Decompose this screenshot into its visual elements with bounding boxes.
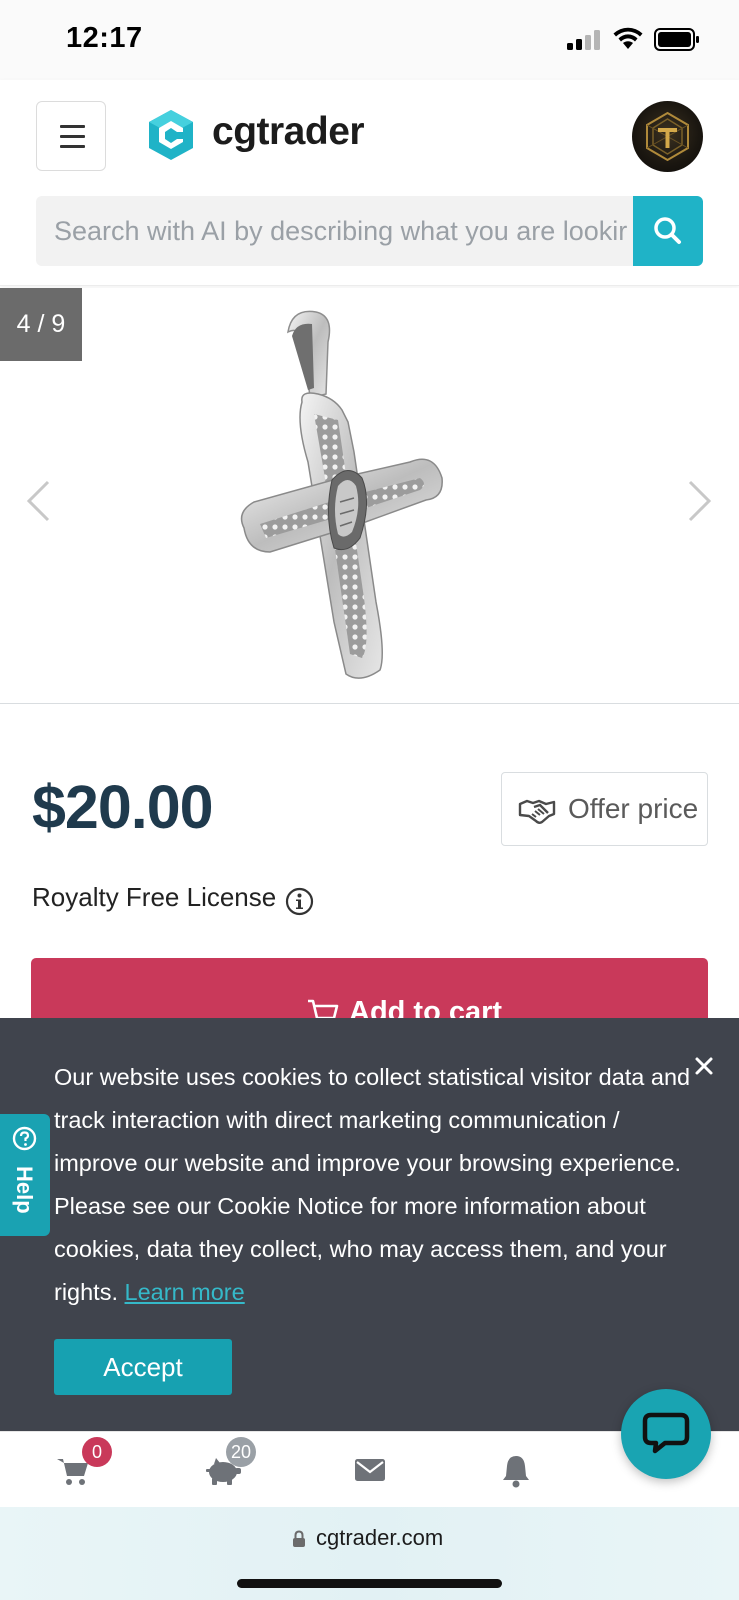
chat-button[interactable]	[621, 1389, 711, 1479]
accept-cookies-button[interactable]: Accept	[54, 1339, 232, 1395]
nav-messages[interactable]	[330, 1432, 410, 1508]
product-price: $20.00	[32, 773, 214, 841]
help-icon	[12, 1126, 37, 1151]
envelope-icon	[355, 1459, 385, 1481]
status-time: 12:17	[66, 22, 143, 54]
savings-count-badge: 20	[226, 1437, 256, 1467]
cookie-message: Our website uses cookies to collect stat…	[54, 1064, 691, 1305]
help-tab[interactable]: Help	[0, 1114, 50, 1236]
product-image[interactable]	[230, 302, 460, 692]
handshake-icon	[518, 799, 556, 824]
avatar-emblem-icon	[646, 111, 689, 162]
menu-button[interactable]	[36, 101, 106, 171]
search-bar	[36, 196, 703, 266]
offer-price-button[interactable]: Offer price	[501, 772, 708, 846]
search-icon	[654, 217, 681, 244]
chat-icon	[642, 1412, 690, 1454]
url-domain: cgtrader.com	[316, 1525, 444, 1550]
cart-count-badge: 0	[82, 1437, 112, 1467]
logo-text[interactable]: cgtrader	[212, 110, 365, 154]
product-gallery: 4 / 9	[0, 288, 739, 704]
offer-price-label: Offer price	[568, 793, 699, 824]
nav-cart[interactable]: 0	[34, 1432, 114, 1508]
help-label: Help	[12, 1166, 37, 1214]
bell-icon	[503, 1456, 529, 1488]
nav-notifications[interactable]	[476, 1432, 556, 1508]
gallery-counter: 4 / 9	[0, 288, 82, 361]
browser-url-bar[interactable]: cgtrader.com	[0, 1507, 739, 1600]
search-button[interactable]	[633, 196, 703, 266]
cgtrader-logo-icon[interactable]	[146, 108, 196, 162]
cookie-banner: Our website uses cookies to collect stat…	[0, 1018, 739, 1431]
battery-icon	[654, 28, 699, 51]
search-input[interactable]	[36, 196, 633, 266]
status-bar: 12:17	[0, 0, 739, 80]
learn-more-link[interactable]: Learn more	[125, 1279, 245, 1305]
cookie-text: Our website uses cookies to collect stat…	[54, 1056, 694, 1314]
home-indicator	[237, 1579, 502, 1588]
close-icon[interactable]	[692, 1054, 716, 1078]
chevron-left-icon[interactable]	[24, 478, 54, 524]
site-header: cgtrader	[0, 80, 739, 286]
nav-savings[interactable]: 20	[182, 1432, 262, 1508]
cellular-signal-icon	[567, 30, 601, 50]
avatar[interactable]	[632, 101, 703, 172]
chevron-right-icon[interactable]	[684, 478, 714, 524]
wifi-icon	[613, 27, 643, 49]
lock-icon	[293, 1530, 305, 1547]
info-icon[interactable]	[285, 887, 314, 916]
license-label: Royalty Free License	[32, 882, 277, 912]
